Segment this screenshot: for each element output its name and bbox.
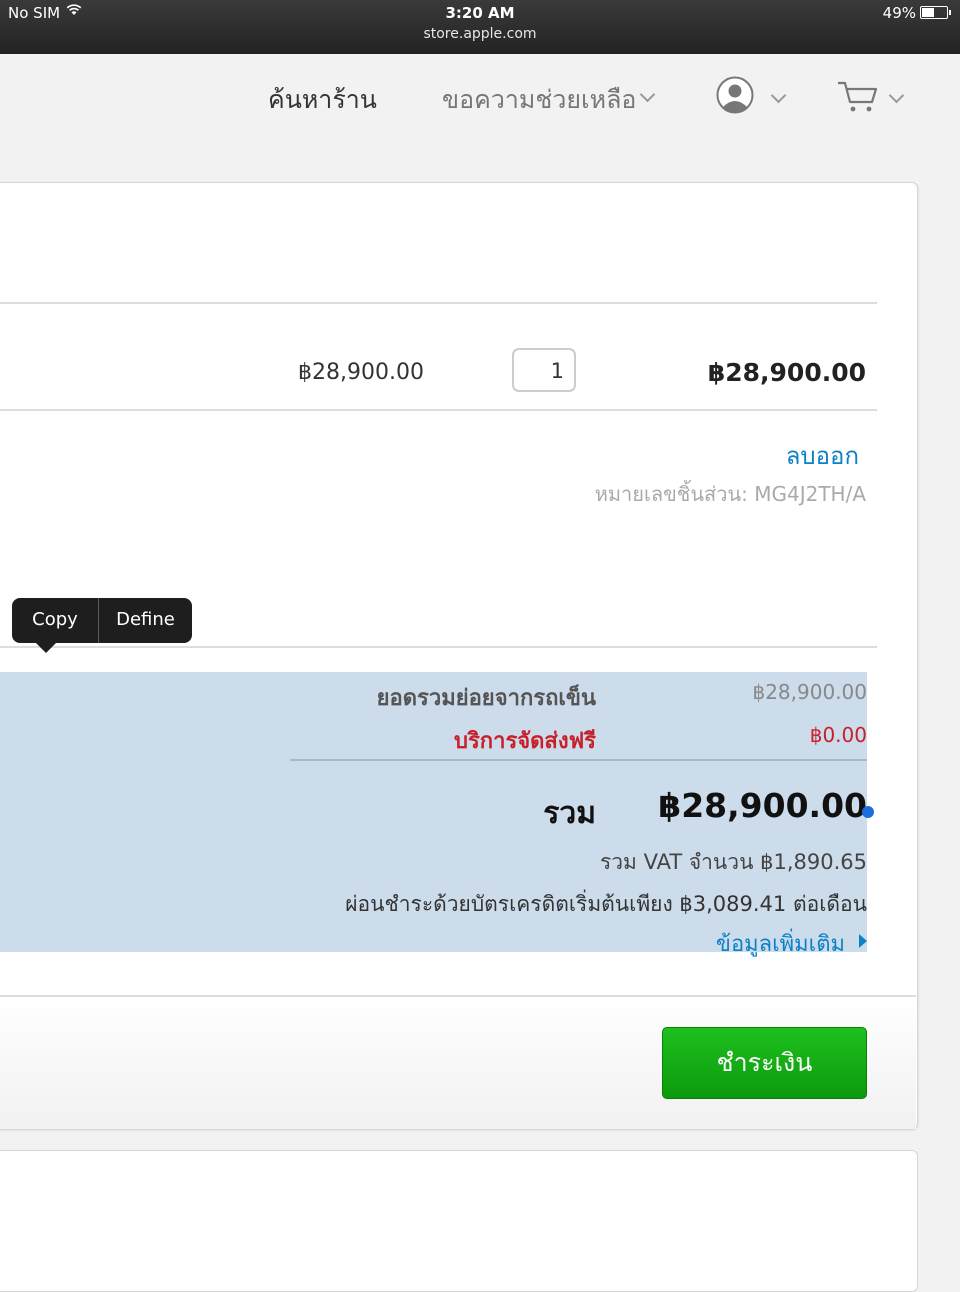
- divider: [0, 409, 877, 411]
- part-number: หมายเลขชิ้นส่วน: MG4J2TH/A: [594, 482, 866, 506]
- checkout-button[interactable]: ชำระเงิน: [662, 1027, 867, 1099]
- installment-text: ผ่อนชำระด้วยบัตรเครดิตเริ่มต้นเพียง ฿3,0…: [345, 892, 867, 916]
- chevron-down-icon[interactable]: [888, 87, 905, 104]
- cart-icon[interactable]: [836, 80, 880, 114]
- find-store-link[interactable]: ค้นหาร้าน: [268, 80, 377, 120]
- quantity-input[interactable]: 1: [512, 348, 576, 392]
- battery-fill: [922, 8, 934, 17]
- total-value: ฿28,900.00: [658, 786, 867, 825]
- help-menu[interactable]: ขอความช่วยเหลือ: [442, 80, 636, 120]
- user-circle-icon[interactable]: [716, 76, 754, 114]
- more-info-link[interactable]: ข้อมูลเพิ่มเติม: [716, 926, 845, 961]
- divider: [0, 302, 877, 304]
- divider: [0, 646, 877, 648]
- shipping-label: บริการจัดส่งฟรี: [453, 729, 596, 754]
- vat-text: รวม VAT จำนวน ฿1,890.65: [599, 850, 867, 874]
- summary-divider: [290, 759, 867, 761]
- shipping-value: ฿0.00: [809, 723, 867, 747]
- selection-handle[interactable]: [862, 806, 874, 818]
- unit-price: ฿28,900.00: [298, 360, 424, 385]
- remove-link[interactable]: ลบออก: [786, 436, 859, 475]
- battery-percent: 49%: [882, 4, 916, 22]
- define-menu-item[interactable]: Define: [99, 598, 192, 643]
- chevron-down-icon[interactable]: [770, 87, 787, 104]
- store-nav: ค้นหาร้าน ขอความช่วยเหลือ: [0, 54, 960, 144]
- total-label: รวม: [543, 796, 596, 831]
- line-total: ฿28,900.00: [707, 358, 866, 387]
- status-bar: No SIM 3:20 AM store.apple.com 49%: [0, 0, 960, 54]
- subtotal-label: ยอดรวมย่อยจากรถเข็น: [376, 686, 596, 711]
- url-bar[interactable]: store.apple.com: [0, 26, 960, 42]
- secondary-panel: [0, 1150, 918, 1292]
- subtotal-value: ฿28,900.00: [752, 680, 867, 704]
- chevron-down-icon[interactable]: [639, 86, 656, 103]
- edit-callout-menu: Copy Define: [12, 598, 192, 653]
- clock: 3:20 AM: [445, 4, 515, 22]
- order-summary: ยอดรวมย่อยจากรถเข็น ฿28,900.00 บริการจัด…: [0, 672, 867, 957]
- callout-pointer: [36, 643, 56, 653]
- copy-menu-item[interactable]: Copy: [12, 598, 98, 643]
- battery-icon: [920, 6, 951, 19]
- triangle-right-icon[interactable]: [859, 934, 867, 948]
- cart-panel: [0, 182, 918, 1129]
